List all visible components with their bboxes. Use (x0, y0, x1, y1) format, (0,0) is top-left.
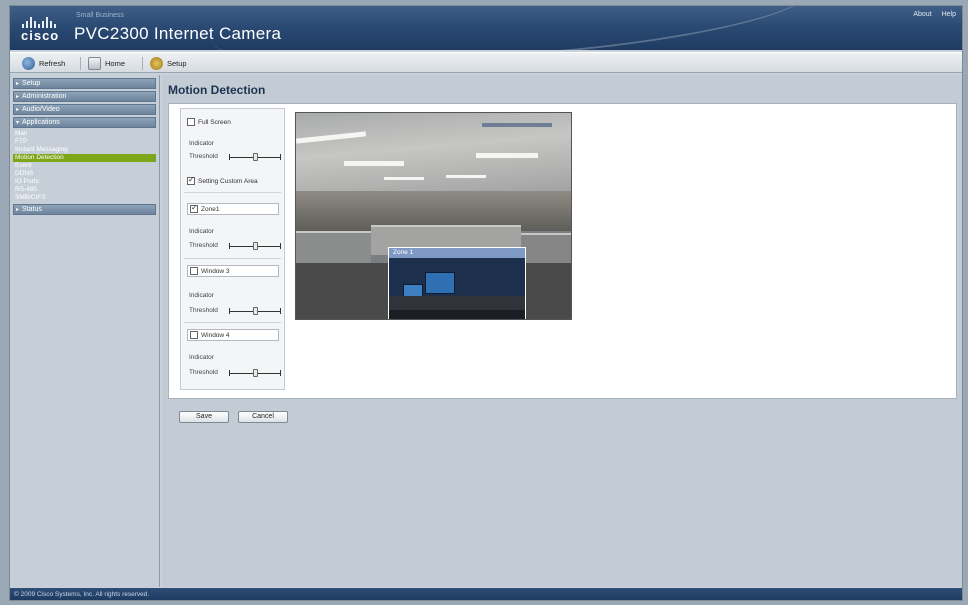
window4-indicator-label: Indicator (189, 354, 214, 361)
threshold-label: Threshold (189, 153, 218, 160)
zone1-threshold-label: Threshold (189, 242, 218, 249)
home-icon (88, 57, 101, 70)
custom-area-checkbox[interactable]: Setting Custom Area (187, 175, 258, 187)
about-link[interactable]: About (913, 11, 931, 18)
sidebar-item-mail[interactable]: Mail (13, 130, 156, 138)
home-button[interactable]: Home (88, 56, 125, 71)
slider-thumb[interactable] (253, 153, 258, 161)
main-content: Motion Detection Full Screen Indicator T… (162, 75, 962, 587)
content-box: Full Screen Indicator Threshold Setting … (168, 103, 957, 399)
zone-floor (389, 310, 525, 319)
divider (184, 322, 281, 323)
sidebar-section-audio-video[interactable]: Audio/Video (13, 104, 156, 115)
cancel-button[interactable]: Cancel (238, 411, 288, 423)
ceiling-light (384, 177, 424, 180)
checkbox-icon (187, 118, 195, 126)
window3-label: Window 3 (201, 267, 230, 275)
zone1-checkbox[interactable]: Zone1 (187, 203, 279, 215)
window3-indicator-label: Indicator (189, 292, 214, 299)
setup-gear-icon (150, 57, 163, 70)
slider-thumb[interactable] (253, 369, 258, 377)
refresh-button[interactable]: Refresh (22, 56, 65, 71)
zone1-label: Zone1 (201, 205, 220, 213)
sidebar-item-event[interactable]: Event (13, 162, 156, 170)
toolbar: Refresh Home Setup (10, 52, 962, 73)
window4-threshold-label: Threshold (189, 369, 218, 376)
custom-area-label: Setting Custom Area (198, 177, 258, 185)
cisco-logo-icon (22, 16, 66, 28)
ceiling-light (476, 153, 538, 158)
indicator-label: Indicator (189, 140, 214, 147)
toolbar-separator (142, 57, 143, 70)
window3-threshold-slider[interactable] (229, 307, 281, 315)
brand-logo: cisco (21, 28, 60, 43)
sidebar-item-motion-detection[interactable]: Motion Detection (13, 154, 156, 162)
app-frame: cisco Small Business PVC2300 Internet Ca… (9, 5, 963, 601)
sidebar-item-ddns[interactable]: DDNS (13, 170, 156, 178)
sidebar-item-ftp[interactable]: FTP (13, 138, 156, 146)
window3-checkbox[interactable]: Window 3 (187, 265, 279, 277)
app-title: PVC2300 Internet Camera (74, 24, 282, 43)
zone1-indicator-label: Indicator (189, 228, 214, 235)
checkbox-icon (190, 267, 198, 275)
zone1-overlay-title: Zone 1 (389, 248, 525, 258)
slider-thumb[interactable] (253, 307, 258, 315)
ceiling-vent (482, 123, 552, 127)
sidebar-item-rs-485[interactable]: RS-485 (13, 186, 156, 194)
full-screen-checkbox[interactable]: Full Screen (187, 116, 231, 128)
zone1-overlay[interactable]: Zone 1 (388, 247, 526, 319)
full-screen-label: Full Screen (198, 118, 231, 126)
page-title: Motion Detection (168, 83, 266, 97)
desk (389, 296, 525, 310)
help-link[interactable]: Help (942, 11, 956, 18)
window4-label: Window 4 (201, 331, 230, 339)
sidebar-item-smb-cifs[interactable]: SMB/CIFS (13, 194, 156, 202)
toolbar-separator (80, 57, 81, 70)
checkbox-checked-icon (187, 175, 195, 185)
footer-copyright: © 2009 Cisco Systems, Inc. All rights re… (10, 588, 962, 600)
sidebar-section-setup[interactable]: Setup (13, 78, 156, 89)
ceiling-light (446, 175, 486, 178)
refresh-icon (22, 57, 35, 70)
setup-label: Setup (167, 59, 187, 68)
window3-threshold-label: Threshold (189, 307, 218, 314)
checkbox-checked-icon (190, 203, 198, 213)
motion-settings-panel: Full Screen Indicator Threshold Setting … (180, 108, 285, 390)
header-swoosh (207, 6, 813, 50)
sidebar-items: Mail FTP Instant Messaging Motion Detect… (10, 130, 159, 202)
zone1-threshold-slider[interactable] (229, 242, 281, 250)
sidebar-item-io-ports[interactable]: IO Ports (13, 178, 156, 186)
header-subtitle: Small Business (76, 12, 124, 19)
window4-checkbox[interactable]: Window 4 (187, 329, 279, 341)
setup-button[interactable]: Setup (150, 56, 187, 71)
sidebar-section-status[interactable]: Status (13, 204, 156, 215)
monitor (425, 272, 455, 294)
sidebar-item-instant-messaging[interactable]: Instant Messaging (13, 146, 156, 154)
checkbox-icon (190, 331, 198, 339)
refresh-label: Refresh (39, 59, 66, 68)
camera-live-view[interactable]: Zone 1 (295, 112, 572, 320)
header: cisco Small Business PVC2300 Internet Ca… (10, 6, 962, 50)
sidebar-section-applications[interactable]: Applications (13, 117, 156, 128)
sidebar-section-administration[interactable]: Administration (13, 91, 156, 102)
threshold-slider[interactable] (229, 153, 281, 161)
divider (184, 192, 281, 193)
home-label: Home (105, 59, 126, 68)
sidebar: Setup Administration Audio/Video Applica… (10, 75, 160, 587)
save-button[interactable]: Save (179, 411, 229, 423)
header-links: About Help (905, 11, 956, 18)
ceiling-light (344, 161, 404, 166)
divider (184, 258, 281, 259)
window4-threshold-slider[interactable] (229, 369, 281, 377)
slider-thumb[interactable] (253, 242, 258, 250)
